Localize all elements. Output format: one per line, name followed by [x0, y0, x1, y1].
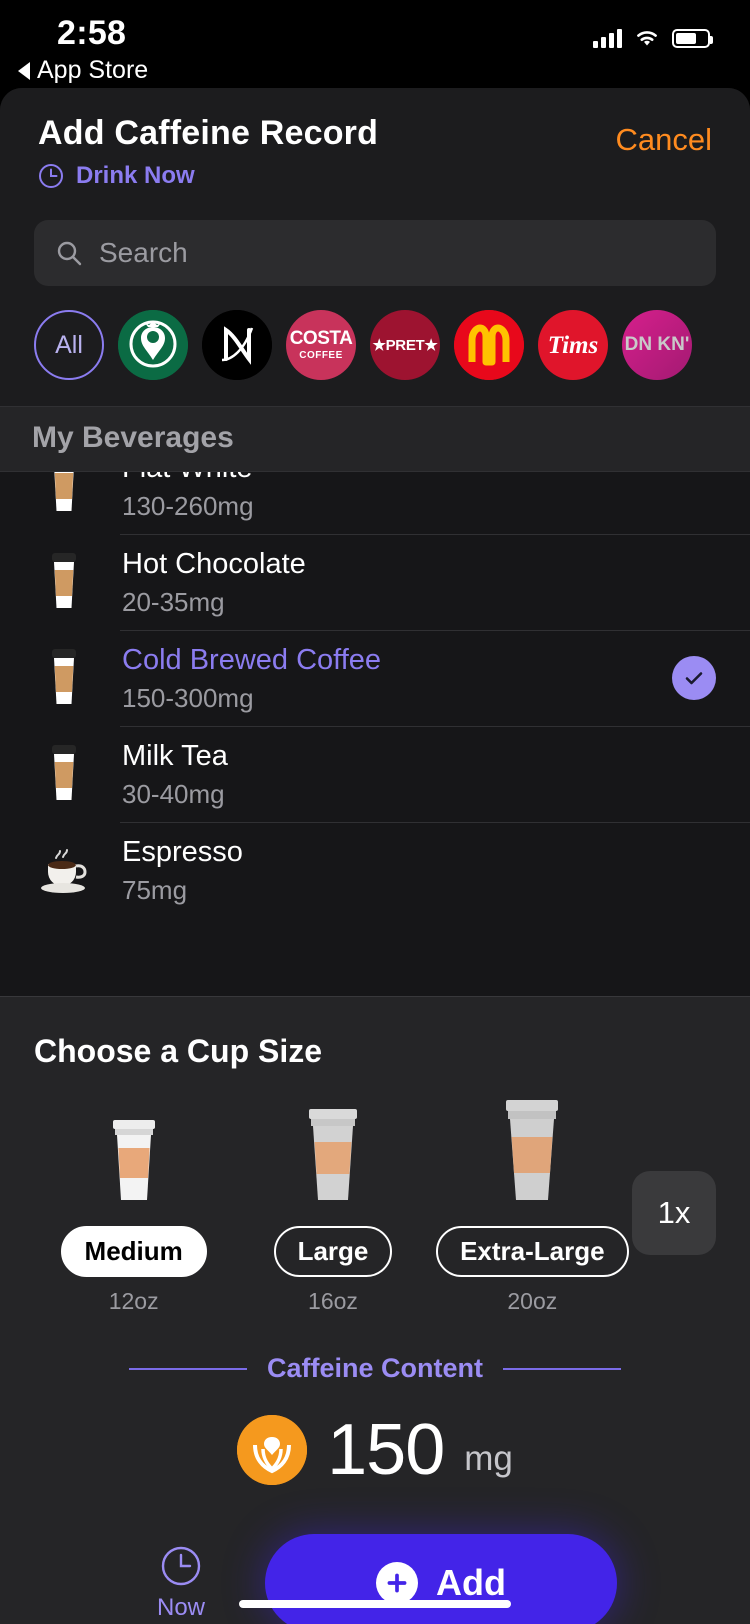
brand-chip-mcdonalds[interactable]: [454, 310, 524, 380]
cup-size-title: Choose a Cup Size: [34, 1033, 323, 1069]
cup-size-option-extra-large[interactable]: Extra-Large 20oz: [433, 1092, 632, 1315]
cup-size-volume-large: 16oz: [308, 1288, 358, 1314]
starbucks-siren-icon: [118, 310, 188, 380]
cup-size-option-large[interactable]: Large 16oz: [233, 1092, 432, 1315]
caffeine-content-divider: Caffeine Content: [0, 1353, 750, 1384]
drink-now-button[interactable]: Drink Now: [38, 162, 616, 190]
list-item-name: Flat White: [122, 472, 253, 484]
dunkin-label: DN KN': [624, 334, 690, 356]
paper-cup-icon: [36, 551, 92, 613]
now-label: Now: [156, 1594, 205, 1621]
back-triangle-icon: [18, 61, 30, 80]
list-item-name: Cold Brewed Coffee: [122, 644, 382, 677]
page-title: Add Caffeine Record: [38, 114, 379, 152]
add-button-label: Add: [436, 1562, 506, 1603]
sheet-header-row: Add Caffeine Record Drink Now Cancel: [0, 114, 750, 190]
cup-size-volume-medium: 12oz: [108, 1288, 159, 1314]
list-item-caffeine: 20-35mg: [122, 586, 225, 617]
list-item-name: Espresso: [122, 836, 243, 869]
status-bar-time: 2:58: [57, 14, 127, 52]
list-item[interactable]: Milk Tea 30-40mg: [0, 726, 750, 822]
back-to-app-store-button[interactable]: App Store: [18, 56, 148, 85]
now-button[interactable]: Now: [133, 1544, 229, 1622]
brand-filter-row[interactable]: All COSTA COFFEE ★PRET★ Tims DN KN': [0, 286, 750, 406]
list-item[interactable]: Cold Brewed Coffee 150-300mg: [0, 630, 750, 726]
sheet-header-left: Add Caffeine Record Drink Now: [38, 114, 616, 190]
list-item-caffeine: 150-300mg: [122, 682, 254, 713]
brand-chip-starbucks[interactable]: [118, 310, 188, 380]
list-item-text: Hot Chocolate 20-35mg: [122, 546, 716, 617]
paper-cup-icon: [36, 647, 92, 709]
cancel-button[interactable]: Cancel: [616, 114, 713, 158]
list-item-text: Cold Brewed Coffee 150-300mg: [122, 642, 672, 713]
phone-screen: 2:58 App Store Add Caffeine Record Drink…: [0, 0, 750, 1624]
list-item-text: Espresso 75mg: [122, 834, 716, 905]
cup-size-label-large: Large: [273, 1226, 393, 1277]
brand-chip-pret[interactable]: ★PRET★: [370, 310, 440, 380]
caffeine-content-label: Caffeine Content: [267, 1353, 483, 1383]
cup-size-volume-extra-large: 20oz: [507, 1288, 558, 1314]
list-item[interactable]: Flat White 130-260mg: [0, 472, 750, 534]
list-item-caffeine: 30-40mg: [122, 778, 225, 809]
list-item[interactable]: Hot Chocolate 20-35mg: [0, 534, 750, 630]
list-item-caffeine: 130-260mg: [122, 490, 254, 521]
wifi-icon: [637, 31, 657, 46]
search-icon: [57, 241, 82, 265]
multiplier-button[interactable]: 1x: [631, 1171, 716, 1255]
plus-icon: [376, 1562, 418, 1604]
large-cup-icon: [294, 1092, 372, 1210]
caffeine-amount: 150 mg: [0, 1414, 750, 1486]
drink-now-label: Drink Now: [76, 162, 195, 189]
brand-chip-tims[interactable]: Tims: [538, 310, 608, 380]
list-item-text: Milk Tea 30-40mg: [122, 738, 716, 809]
caffeine-amount-value: 150: [327, 1410, 445, 1490]
sheet-header-area: Add Caffeine Record Drink Now Cancel Sea…: [0, 88, 750, 406]
list-item[interactable]: Espresso 75mg: [0, 822, 750, 918]
brand-chip-costa[interactable]: COSTA COFFEE: [286, 310, 356, 380]
action-row: Now Add: [0, 1534, 750, 1624]
paper-cup-icon: [36, 472, 92, 517]
signal-icon: [593, 28, 622, 48]
mcdonalds-arches-icon: [454, 310, 524, 380]
list-item-name: Hot Chocolate: [122, 548, 306, 581]
costa-label: COSTA COFFEE: [289, 328, 353, 361]
nespresso-n-icon: [202, 310, 272, 380]
brand-chip-all[interactable]: All: [34, 310, 104, 380]
clock-icon: [39, 164, 63, 188]
add-button[interactable]: Add: [265, 1534, 617, 1624]
cup-size-options: Medium 12oz Large 16oz Extra-Large 20oz …: [0, 1070, 750, 1315]
brand-chip-nespresso[interactable]: [202, 310, 272, 380]
brand-label-all: All: [55, 330, 83, 359]
pret-label: ★PRET★: [372, 336, 438, 354]
cup-size-label-extra-large: Extra-Large: [436, 1226, 629, 1277]
list-item-text: Flat White 130-260mg: [122, 472, 716, 522]
back-label: App Store: [37, 56, 149, 84]
costa-sublabel: COFFEE: [299, 350, 343, 361]
beverage-list[interactable]: Flat White 130-260mg Hot Chocolate: [0, 472, 750, 932]
espresso-cup-icon: [36, 842, 92, 898]
paper-cup-icon: [36, 743, 92, 805]
extra-large-cup-icon: [493, 1092, 571, 1210]
home-indicator: [239, 1600, 511, 1608]
search-input[interactable]: [99, 237, 694, 269]
list-item-name: Milk Tea: [122, 740, 228, 773]
my-beverages-header: My Beverages: [0, 406, 750, 472]
tims-label: Tims: [547, 331, 599, 359]
cup-size-label-medium: Medium: [60, 1226, 207, 1277]
cup-size-option-medium[interactable]: Medium 12oz: [34, 1092, 233, 1315]
cup-size-panel: Choose a Cup Size Medium 12oz Large 16oz…: [0, 996, 750, 1624]
medium-cup-icon: [95, 1092, 173, 1210]
latte-art-icon: [237, 1415, 308, 1485]
status-bar-indicators: [593, 28, 713, 48]
divider-line-right: [503, 1367, 621, 1370]
divider-line-left: [129, 1367, 247, 1370]
selected-check-icon: [672, 656, 716, 700]
add-caffeine-sheet: Add Caffeine Record Drink Now Cancel Sea…: [0, 88, 750, 1624]
caffeine-amount-unit: mg: [464, 1439, 513, 1478]
clock-icon: [161, 1546, 201, 1586]
brand-chip-dunkin[interactable]: DN KN': [622, 310, 692, 380]
battery-icon: [672, 28, 713, 48]
search-bar[interactable]: [34, 220, 716, 286]
list-item-caffeine: 75mg: [122, 874, 188, 905]
